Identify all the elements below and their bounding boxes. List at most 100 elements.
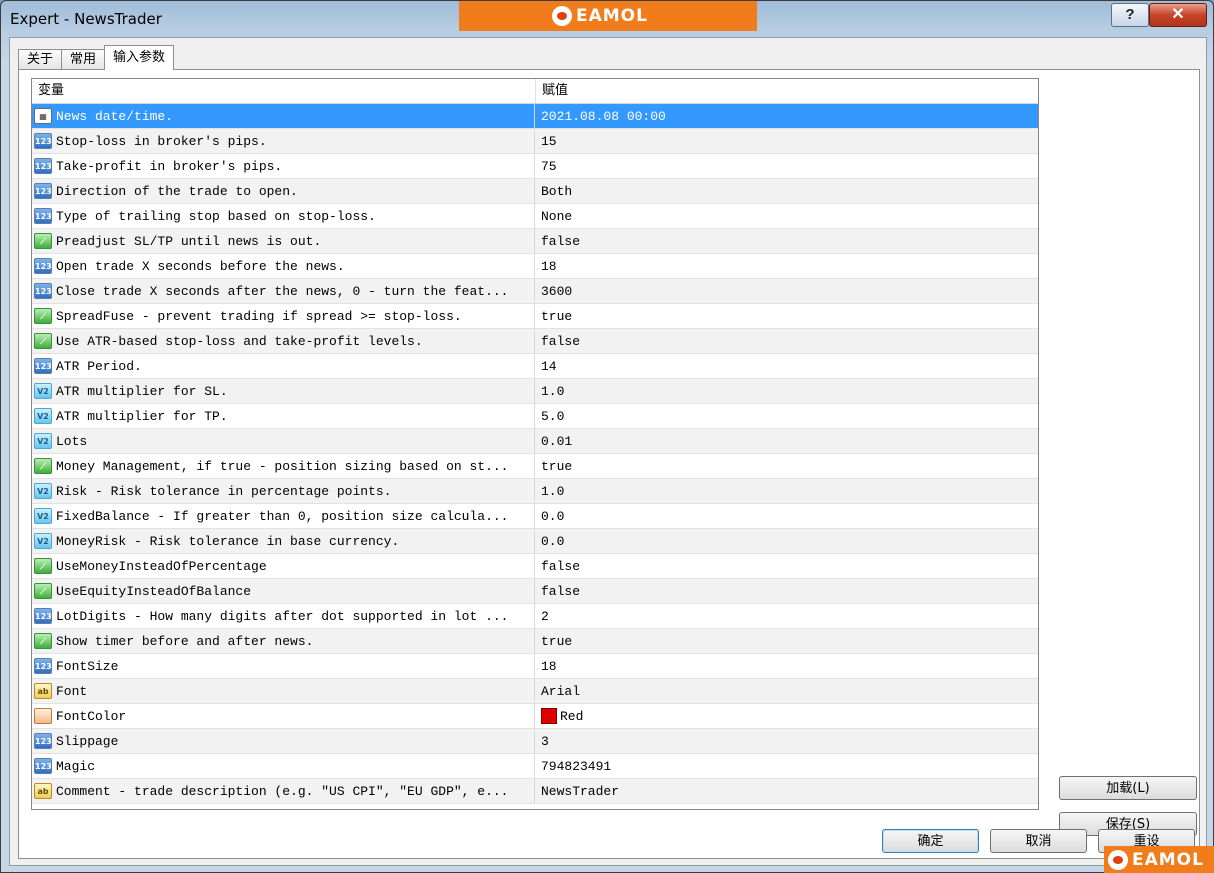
parameter-value-cell[interactable]: 1.0 xyxy=(535,479,564,503)
parameter-value: Red xyxy=(560,708,584,724)
table-row[interactable]: 123 Type of trailing stop based on stop-l… xyxy=(32,204,1038,229)
table-row[interactable]: 123 Slippage 3 xyxy=(32,729,1038,754)
bool-icon: ⟋ xyxy=(34,583,52,599)
parameter-name: Stop-loss in broker's pips. xyxy=(56,133,267,149)
table-row[interactable]: ⟋ UseMoneyInsteadOfPercentage false xyxy=(32,554,1038,579)
parameter-value-cell[interactable]: 794823491 xyxy=(535,754,611,778)
parameter-value-cell[interactable]: 2021.08.08 00:00 xyxy=(535,104,666,128)
parameter-value-cell[interactable]: 14 xyxy=(535,354,557,378)
table-row[interactable]: V2 MoneyRisk - Risk tolerance in base cur… xyxy=(32,529,1038,554)
parameter-name: FontSize xyxy=(56,658,119,674)
table-row[interactable]: ab Font Arial xyxy=(32,679,1038,704)
table-row[interactable]: 123 Close trade X seconds after the news,… xyxy=(32,279,1038,304)
table-row[interactable]: 123 Stop-loss in broker's pips. 15 xyxy=(32,129,1038,154)
parameter-name-cell: 123 Magic xyxy=(32,754,535,778)
parameter-value: 3600 xyxy=(541,283,573,299)
parameter-value: 3 xyxy=(541,733,549,749)
parameter-name: ATR multiplier for TP. xyxy=(56,408,228,424)
parameter-name: Show timer before and after news. xyxy=(56,633,314,649)
parameter-value: 0.0 xyxy=(541,508,565,524)
ok-button[interactable]: 确定 xyxy=(882,829,979,853)
parameter-value-cell[interactable]: 0.0 xyxy=(535,504,564,528)
table-row[interactable]: V2 Risk - Risk tolerance in percentage po… xyxy=(32,479,1038,504)
parameter-name: Font xyxy=(56,683,88,699)
parameter-value: NewsTrader xyxy=(541,783,620,799)
table-row[interactable]: 123 FontSize 18 xyxy=(32,654,1038,679)
parameter-value-cell[interactable]: true xyxy=(535,629,572,653)
parameter-value-cell[interactable]: 0.01 xyxy=(535,429,572,453)
expert-properties-window: Expert - NewsTrader EAMOL ? ✕ 关于 常用 输入参数 变… xyxy=(0,0,1214,873)
table-row[interactable]: 123 Take-profit in broker's pips. 75 xyxy=(32,154,1038,179)
table-row[interactable]: V2 ATR multiplier for SL. 1.0 xyxy=(32,379,1038,404)
parameter-name-cell: 123 Stop-loss in broker's pips. xyxy=(32,129,535,153)
brand-banner: EAMOL xyxy=(459,1,757,31)
table-row[interactable]: V2 Lots 0.01 xyxy=(32,429,1038,454)
parameter-value-cell[interactable]: 0.0 xyxy=(535,529,564,553)
table-row[interactable]: 123 Direction of the trade to open. Both xyxy=(32,179,1038,204)
parameter-value: Both xyxy=(541,183,573,199)
parameter-value-cell[interactable]: false xyxy=(535,554,580,578)
parameter-value-cell[interactable]: true xyxy=(535,304,572,328)
parameter-value-cell[interactable]: 3600 xyxy=(535,279,572,303)
color-swatch xyxy=(541,708,557,724)
parameter-value-cell[interactable]: 2 xyxy=(535,604,549,628)
parameter-value-cell[interactable]: Arial xyxy=(535,679,580,703)
parameter-name: UseMoneyInsteadOfPercentage xyxy=(56,558,267,574)
table-row[interactable]: V2 ATR multiplier for TP. 5.0 xyxy=(32,404,1038,429)
parameter-value-cell[interactable]: 75 xyxy=(535,154,557,178)
parameter-value-cell[interactable]: NewsTrader xyxy=(535,779,619,803)
parameter-value: 5.0 xyxy=(541,408,565,424)
help-button[interactable]: ? xyxy=(1111,3,1149,27)
column-header-value[interactable]: 赋值 xyxy=(536,79,568,103)
parameter-value-cell[interactable]: Red xyxy=(535,704,583,728)
parameter-value-cell[interactable]: true xyxy=(535,454,572,478)
parameter-name: Lots xyxy=(56,433,88,449)
table-row[interactable]: FontColor Red xyxy=(32,704,1038,729)
tab-2[interactable]: 输入参数 xyxy=(104,45,175,70)
tab-1[interactable]: 常用 xyxy=(61,49,106,70)
parameter-value-cell[interactable]: false xyxy=(535,329,580,353)
table-row[interactable]: 123 Magic 794823491 xyxy=(32,754,1038,779)
table-row[interactable]: ⟋ Preadjust SL/TP until news is out. false xyxy=(32,229,1038,254)
parameter-value: 1.0 xyxy=(541,383,565,399)
table-row[interactable]: ⟋ Money Management, if true - position si… xyxy=(32,454,1038,479)
double-icon: V2 xyxy=(34,533,52,549)
cancel-button[interactable]: 取消 xyxy=(990,829,1087,853)
load-button[interactable]: 加载(L) xyxy=(1059,776,1197,800)
table-row[interactable]: ⟋ UseEquityInsteadOfBalance false xyxy=(32,579,1038,604)
table-row[interactable]: ▦ News date/time. 2021.08.08 00:00 xyxy=(32,104,1038,129)
parameter-value-cell[interactable]: None xyxy=(535,204,572,228)
double-icon: V2 xyxy=(34,483,52,499)
parameter-value-cell[interactable]: 5.0 xyxy=(535,404,564,428)
parameters-grid[interactable]: 变量 赋值 ▦ News date/time. 2021.08.08 00:00 12… xyxy=(31,78,1039,810)
table-row[interactable]: ⟋ Use ATR-based stop-loss and take-profit… xyxy=(32,329,1038,354)
parameter-value-cell[interactable]: false xyxy=(535,579,580,603)
table-row[interactable]: 123 ATR Period. 14 xyxy=(32,354,1038,379)
tab-0[interactable]: 关于 xyxy=(18,49,63,70)
column-header-variable[interactable]: 变量 xyxy=(32,79,536,103)
parameter-name-cell: FontColor xyxy=(32,704,535,728)
parameter-name: Use ATR-based stop-loss and take-profit … xyxy=(56,333,423,349)
parameter-value-cell[interactable]: 18 xyxy=(535,254,557,278)
parameter-value: false xyxy=(541,583,581,599)
parameter-value-cell[interactable]: 1.0 xyxy=(535,379,564,403)
parameter-value-cell[interactable]: 15 xyxy=(535,129,557,153)
parameter-value-cell[interactable]: Both xyxy=(535,179,572,203)
table-row[interactable]: 123 LotDigits - How many digits after dot… xyxy=(32,604,1038,629)
table-row[interactable]: ⟋ Show timer before and after news. true xyxy=(32,629,1038,654)
table-row[interactable]: ⟋ SpreadFuse - prevent trading if spread … xyxy=(32,304,1038,329)
parameter-name-cell: 123 Direction of the trade to open. xyxy=(32,179,535,203)
close-button[interactable]: ✕ xyxy=(1149,3,1207,27)
parameter-value-cell[interactable]: 3 xyxy=(535,729,549,753)
parameter-value-cell[interactable]: false xyxy=(535,229,580,253)
table-row[interactable]: 123 Open trade X seconds before the news.… xyxy=(32,254,1038,279)
table-row[interactable]: V2 FixedBalance - If greater than 0, posi… xyxy=(32,504,1038,529)
color-icon xyxy=(34,708,52,724)
parameter-value-cell[interactable]: 18 xyxy=(535,654,557,678)
int-icon: 123 xyxy=(34,208,52,224)
title-bar[interactable]: Expert - NewsTrader EAMOL ? ✕ xyxy=(1,1,1213,37)
parameter-name-cell: V2 ATR multiplier for TP. xyxy=(32,404,535,428)
table-row[interactable]: ab Comment - trade description (e.g. "US … xyxy=(32,779,1038,804)
parameter-value: 2021.08.08 00:00 xyxy=(541,108,666,124)
bool-icon: ⟋ xyxy=(34,333,52,349)
